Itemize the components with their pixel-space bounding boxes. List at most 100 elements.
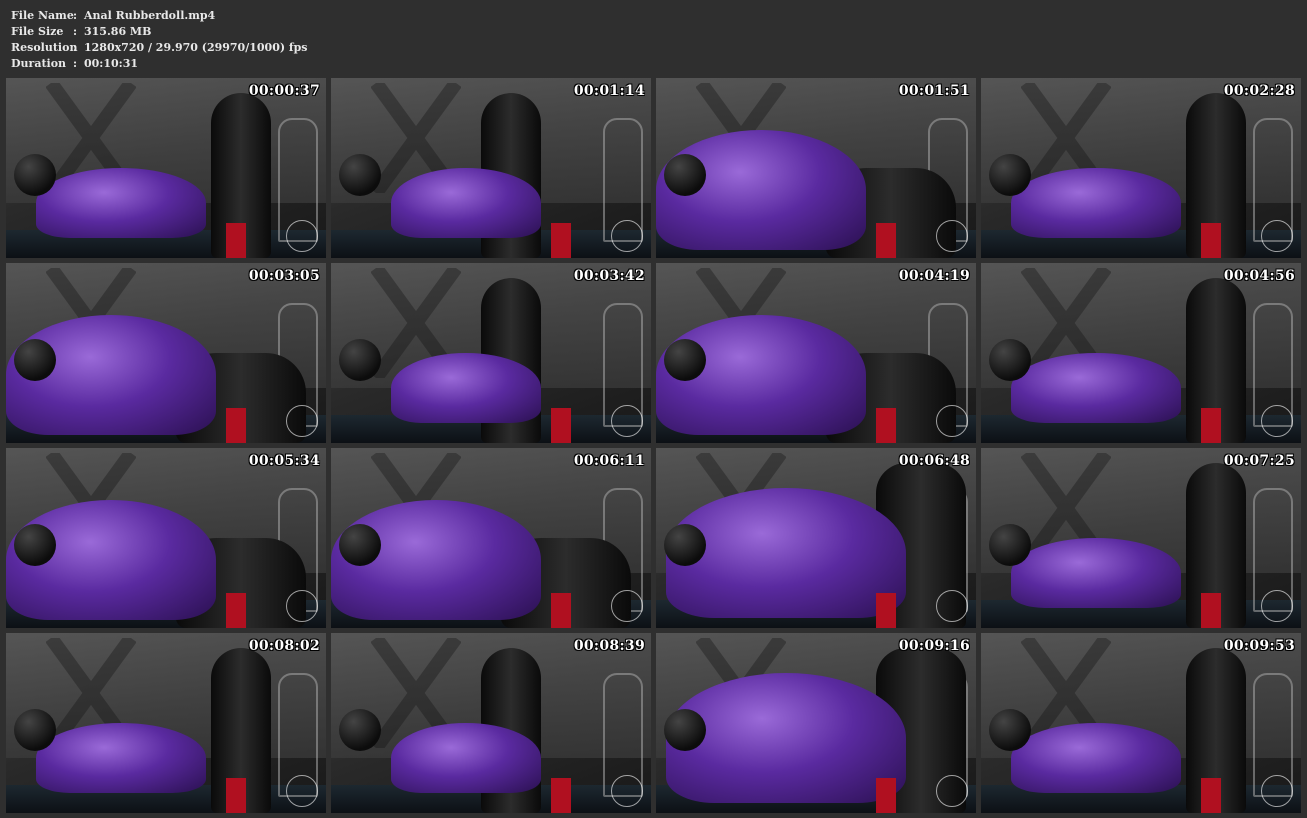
video-thumbnail[interactable]: 00:09:16 bbox=[656, 633, 976, 813]
red-accent bbox=[1201, 778, 1221, 813]
hooded-head bbox=[339, 709, 381, 751]
hooded-head bbox=[14, 339, 56, 381]
thumbnail-timestamp: 00:06:11 bbox=[573, 453, 645, 469]
hooded-head bbox=[989, 709, 1031, 751]
kneeling-figure bbox=[1011, 723, 1181, 793]
thumbnail-timestamp: 00:01:51 bbox=[898, 83, 970, 99]
thumbnail-timestamp: 00:04:19 bbox=[898, 268, 970, 284]
red-accent bbox=[876, 223, 896, 258]
watermark-logo bbox=[936, 220, 968, 252]
kneeling-figure bbox=[36, 723, 206, 793]
red-accent bbox=[226, 593, 246, 628]
hooded-head bbox=[339, 154, 381, 196]
red-accent bbox=[551, 223, 571, 258]
watermark-logo bbox=[611, 220, 643, 252]
kneeling-figure bbox=[391, 723, 541, 793]
video-thumbnail[interactable]: 00:08:39 bbox=[331, 633, 651, 813]
video-thumbnail[interactable]: 00:03:05 bbox=[6, 263, 326, 443]
hooded-head bbox=[989, 524, 1031, 566]
resolution-row: Resolution : 1280x720 / 29.970 (29970/10… bbox=[11, 40, 308, 56]
thumbnail-timestamp: 00:03:05 bbox=[248, 268, 320, 284]
hooded-head bbox=[664, 524, 706, 566]
thumbnail-grid: 00:00:37 00:01:14 00:01:51 00:02:28 00:03:05… bbox=[6, 78, 1301, 813]
thumbnail-timestamp: 00:08:02 bbox=[248, 638, 320, 654]
thumbnail-timestamp: 00:01:14 bbox=[573, 83, 645, 99]
hooded-head bbox=[664, 154, 706, 196]
video-thumbnail[interactable]: 00:07:25 bbox=[981, 448, 1301, 628]
watermark-logo bbox=[611, 405, 643, 437]
red-accent bbox=[551, 408, 571, 443]
file-name-row: File Name : Anal Rubberdoll.mp4 bbox=[11, 8, 308, 24]
watermark-logo bbox=[1261, 220, 1293, 252]
hooded-head bbox=[14, 709, 56, 751]
video-thumbnail[interactable]: 00:09:53 bbox=[981, 633, 1301, 813]
video-thumbnail[interactable]: 00:04:56 bbox=[981, 263, 1301, 443]
red-accent bbox=[226, 223, 246, 258]
thumbnail-timestamp: 00:09:53 bbox=[1223, 638, 1295, 654]
hooded-head bbox=[14, 154, 56, 196]
video-thumbnail[interactable]: 00:08:02 bbox=[6, 633, 326, 813]
file-size-row: File Size : 315.86 MB bbox=[11, 24, 308, 40]
hooded-head bbox=[664, 709, 706, 751]
red-accent bbox=[551, 593, 571, 628]
watermark-logo bbox=[611, 775, 643, 807]
watermark-logo bbox=[936, 405, 968, 437]
watermark-logo bbox=[611, 590, 643, 622]
thumbnail-timestamp: 00:04:56 bbox=[1223, 268, 1295, 284]
red-accent bbox=[1201, 408, 1221, 443]
red-accent bbox=[876, 593, 896, 628]
thumbnail-timestamp: 00:09:16 bbox=[898, 638, 970, 654]
video-thumbnail[interactable]: 00:06:11 bbox=[331, 448, 651, 628]
kneeling-figure bbox=[1011, 353, 1181, 423]
red-accent bbox=[1201, 223, 1221, 258]
red-accent bbox=[226, 778, 246, 813]
thumbnail-timestamp: 00:05:34 bbox=[248, 453, 320, 469]
kneeling-figure bbox=[1011, 538, 1181, 608]
video-thumbnail[interactable]: 00:06:48 bbox=[656, 448, 976, 628]
video-thumbnail[interactable]: 00:02:28 bbox=[981, 78, 1301, 258]
file-info-panel: File Name : Anal Rubberdoll.mp4 File Siz… bbox=[11, 8, 308, 72]
red-accent bbox=[1201, 593, 1221, 628]
video-thumbnail[interactable]: 00:04:19 bbox=[656, 263, 976, 443]
thumbnail-timestamp: 00:07:25 bbox=[1223, 453, 1295, 469]
red-accent bbox=[226, 408, 246, 443]
duration-label: Duration bbox=[11, 57, 67, 70]
resolution-value: 1280x720 / 29.970 (29970/1000) fps bbox=[84, 41, 308, 54]
thumbnail-timestamp: 00:02:28 bbox=[1223, 83, 1295, 99]
duration-row: Duration : 00:10:31 bbox=[11, 56, 308, 72]
file-size-label: File Size bbox=[11, 25, 64, 38]
red-accent bbox=[551, 778, 571, 813]
hooded-head bbox=[14, 524, 56, 566]
kneeling-figure bbox=[391, 168, 541, 238]
video-thumbnail[interactable]: 00:01:51 bbox=[656, 78, 976, 258]
video-thumbnail[interactable]: 00:01:14 bbox=[331, 78, 651, 258]
hooded-head bbox=[339, 524, 381, 566]
kneeling-figure bbox=[36, 168, 206, 238]
watermark-logo bbox=[936, 590, 968, 622]
duration-value: 00:10:31 bbox=[84, 57, 139, 70]
video-thumbnail[interactable]: 00:05:34 bbox=[6, 448, 326, 628]
thumbnail-timestamp: 00:08:39 bbox=[573, 638, 645, 654]
watermark-logo bbox=[936, 775, 968, 807]
watermark-logo bbox=[1261, 590, 1293, 622]
hooded-head bbox=[664, 339, 706, 381]
watermark-logo bbox=[286, 590, 318, 622]
red-accent bbox=[876, 778, 896, 813]
watermark-logo bbox=[286, 775, 318, 807]
red-accent bbox=[876, 408, 896, 443]
video-thumbnail[interactable]: 00:03:42 bbox=[331, 263, 651, 443]
video-thumbnail[interactable]: 00:00:37 bbox=[6, 78, 326, 258]
kneeling-figure bbox=[391, 353, 541, 423]
watermark-logo bbox=[1261, 775, 1293, 807]
thumbnail-timestamp: 00:03:42 bbox=[573, 268, 645, 284]
file-size-value: 315.86 MB bbox=[84, 25, 152, 38]
thumbnail-timestamp: 00:00:37 bbox=[248, 83, 320, 99]
watermark-logo bbox=[286, 220, 318, 252]
kneeling-figure bbox=[1011, 168, 1181, 238]
file-name-separator: : bbox=[73, 9, 78, 22]
watermark-logo bbox=[286, 405, 318, 437]
watermark-logo bbox=[1261, 405, 1293, 437]
file-size-separator: : bbox=[73, 25, 78, 38]
resolution-separator: : bbox=[73, 41, 78, 54]
duration-separator: : bbox=[73, 57, 78, 70]
